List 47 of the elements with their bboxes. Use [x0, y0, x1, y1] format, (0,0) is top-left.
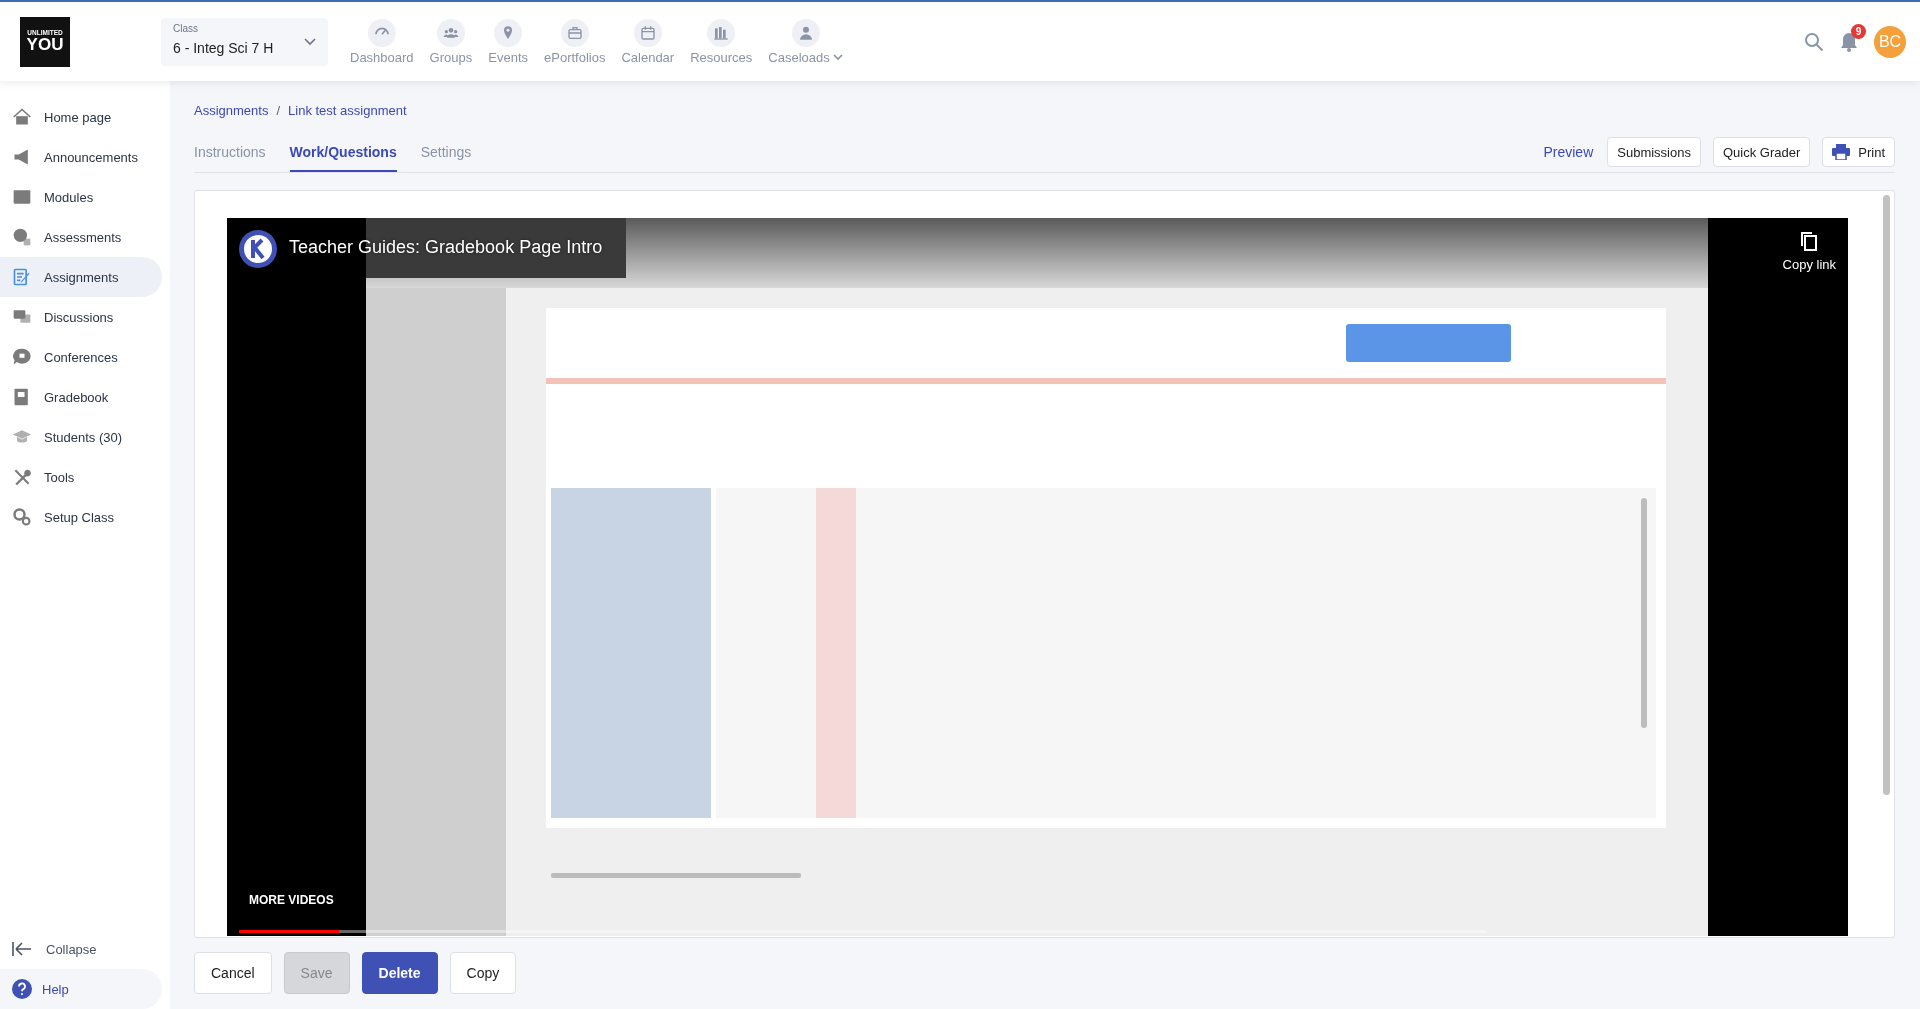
sidebar-item[interactable]: Home page — [0, 97, 162, 137]
sidebar-item[interactable]: Modules — [0, 177, 162, 217]
person-icon — [797, 24, 814, 41]
print-button[interactable]: Print — [1822, 137, 1895, 167]
folder-icon — [12, 187, 32, 207]
briefcase-icon — [566, 24, 583, 41]
more-videos-button[interactable]: MORE VIDEOS — [249, 893, 334, 907]
sidebar-item[interactable]: Assessments — [0, 217, 162, 257]
chevron-down-icon — [832, 53, 843, 61]
sidebar-item[interactable]: Discussions — [0, 297, 162, 337]
form-button[interactable]: Cancel — [194, 952, 272, 994]
sidebar-item[interactable]: Setup Class — [0, 497, 162, 537]
sidebar-item[interactable]: Gradebook — [0, 377, 162, 417]
calendar-icon — [639, 24, 656, 41]
clipboard-pencil-icon — [12, 267, 32, 287]
sidebar-item[interactable]: Students (30) — [0, 417, 162, 457]
house-icon — [12, 107, 32, 127]
copy-icon — [1800, 231, 1819, 251]
breadcrumb-link[interactable]: Assignments — [194, 102, 269, 118]
preview-link[interactable]: Preview — [1543, 144, 1594, 160]
video-chat-icon — [12, 347, 32, 367]
form-button[interactable]: Copy — [449, 952, 517, 994]
search-icon[interactable] — [1804, 31, 1824, 52]
sidebar-item[interactable]: Assignments — [0, 257, 162, 297]
chevron-down-icon — [304, 37, 316, 46]
video-title[interactable]: Teacher Guides: Gradebook Page Intro — [289, 237, 603, 258]
scrollbar[interactable] — [1883, 195, 1890, 795]
books-icon — [713, 24, 730, 41]
printer-icon — [1832, 144, 1851, 160]
k-logo-icon[interactable] — [238, 229, 278, 269]
action-button[interactable]: Quick Grader — [1712, 137, 1811, 167]
form-button[interactable]: Delete — [361, 952, 438, 994]
notification-count: 9 — [1851, 23, 1866, 39]
class-select[interactable]: Class 6 - Integ Sci 7 H — [161, 17, 328, 66]
breadcrumb-separator: / — [276, 102, 281, 118]
bell-icon[interactable] — [1840, 31, 1858, 52]
sidebar-item[interactable]: Tools — [0, 457, 162, 497]
copy-link-button[interactable]: Copy link — [1782, 231, 1836, 272]
sidebar-item[interactable]: Conferences — [0, 337, 162, 377]
sidebar-item[interactable]: Announcements — [0, 137, 162, 177]
breadcrumb-link[interactable]: Link test assignment — [288, 102, 407, 118]
tab[interactable]: Work/Questions — [289, 144, 397, 172]
action-button[interactable]: Submissions — [1607, 137, 1701, 167]
help-link[interactable]: Help — [0, 969, 162, 1009]
collapse-arrow-icon — [12, 941, 32, 957]
question-mark-icon — [12, 979, 32, 999]
collapse-button[interactable]: Collapse — [0, 929, 170, 969]
